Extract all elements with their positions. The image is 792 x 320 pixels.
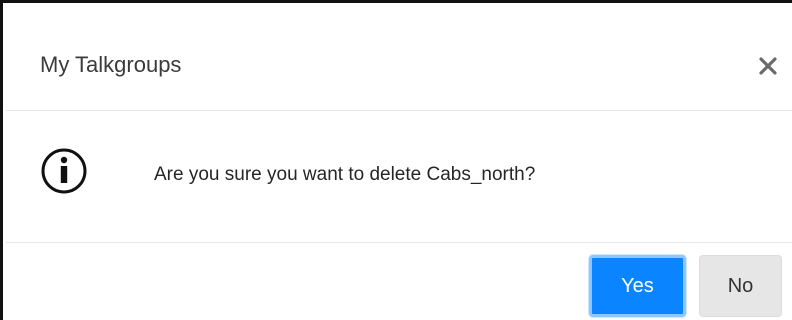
no-button[interactable]: No bbox=[699, 255, 782, 317]
confirmation-message: Are you sure you want to delete Cabs_nor… bbox=[154, 164, 536, 185]
dialog-title: My Talkgroups bbox=[40, 52, 182, 77]
close-icon[interactable] bbox=[758, 56, 778, 76]
yes-button[interactable]: Yes bbox=[589, 255, 686, 317]
dialog-header: My Talkgroups bbox=[6, 6, 792, 111]
confirm-dialog: My Talkgroups Are you sure you want to d… bbox=[0, 0, 792, 320]
info-icon bbox=[40, 147, 88, 195]
dialog-body: Are you sure you want to delete Cabs_nor… bbox=[6, 111, 792, 243]
dialog-footer: Yes No bbox=[6, 243, 792, 320]
